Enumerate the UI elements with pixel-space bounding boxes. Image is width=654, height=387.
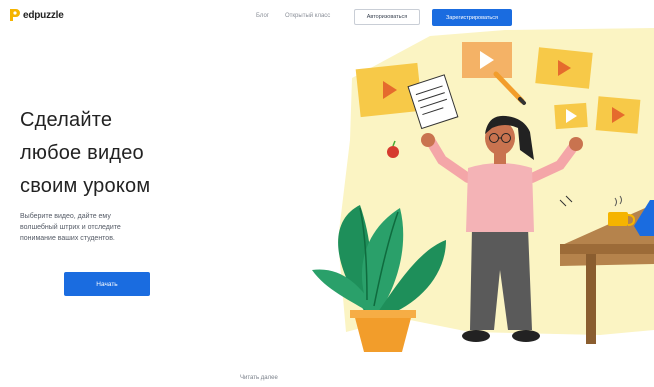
- video-card-icon: [462, 42, 512, 78]
- hero-illustration: [312, 28, 654, 352]
- read-more-link[interactable]: Читать далее: [240, 375, 278, 381]
- video-card-icon: [554, 102, 588, 130]
- video-card-icon: [535, 47, 593, 89]
- video-card-icon: [595, 96, 641, 134]
